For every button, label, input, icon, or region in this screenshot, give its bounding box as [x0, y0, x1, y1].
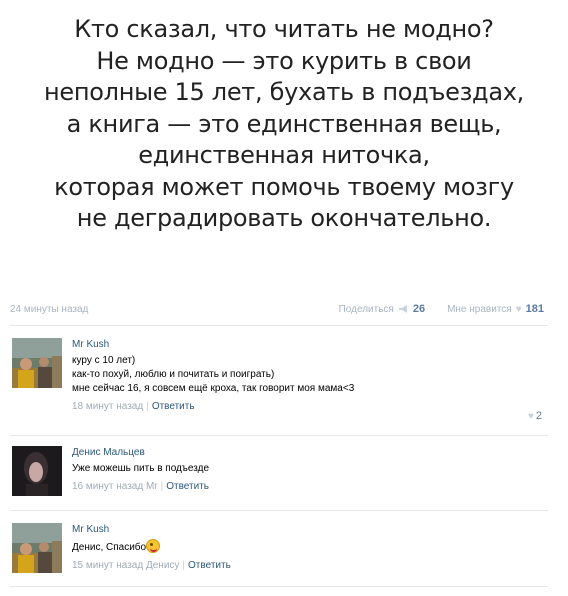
reply-button[interactable]: Ответить: [152, 401, 195, 412]
avatar[interactable]: [12, 338, 62, 388]
quote-line: которая может помочь твоему мозгу: [54, 172, 514, 201]
divider: [10, 510, 548, 511]
like-button[interactable]: Мне нравится: [447, 304, 512, 315]
heart-icon[interactable]: ♥: [516, 304, 522, 315]
comment-text: Уже можешь пить в подъезде: [72, 463, 210, 474]
avatar[interactable]: [12, 446, 62, 496]
heart-icon: ♥: [527, 411, 534, 422]
quote-line: а книга — это единственная вещь,: [66, 109, 502, 138]
comment-text-row: Денис, Спасибо: [72, 539, 542, 555]
comment: Денис Мальцев Уже можешь пить в подъезде…: [10, 446, 548, 506]
quote-line: не деградировать окончательно.: [76, 204, 492, 232]
comment: Mr Kush куру с 10 лет) как-то похуй, люб…: [10, 338, 548, 428]
comment-meta: 18 минут назад | Ответить: [72, 401, 195, 412]
post-time[interactable]: 24 минуты назад: [10, 304, 88, 315]
comment-time[interactable]: 18 минут назад: [72, 401, 143, 412]
comment-text: как-то похуй, люблю и почитать и поиграт…: [72, 369, 275, 380]
comment-author[interactable]: Mr Kush: [72, 338, 542, 351]
reply-button[interactable]: Ответить: [166, 481, 209, 492]
smile-emoji-icon: [146, 539, 161, 553]
comment-text: мне сейчас 16, я совсем ещё кроха, так г…: [72, 383, 355, 394]
divider: [10, 586, 548, 587]
post-quote: Кто сказал, что читать не модно? Не модн…: [30, 14, 538, 235]
comment-body: Денис Мальцев Уже можешь пить в подъезде…: [72, 446, 542, 493]
divider: [10, 325, 548, 326]
comment-likes[interactable]: ♥ 2: [528, 410, 542, 422]
comment-meta: 15 минут назад Денису | Ответить: [72, 560, 231, 571]
comment-text: Денис, Спасибо: [72, 542, 147, 553]
comment-meta: 16 минут назад Mr | Ответить: [72, 481, 209, 492]
quote-line: единственная ниточка,: [138, 141, 430, 169]
reply-button[interactable]: Ответить: [188, 560, 231, 571]
comment: Mr Kush Денис, Спасибо 15 минут назад Де…: [10, 523, 548, 583]
comment-body: Mr Kush Денис, Спасибо 15 минут назад Де…: [72, 523, 542, 572]
post-actions: Поделиться 26 Мне нравится ♥ 181: [339, 303, 544, 315]
comment-like-count: 2: [535, 410, 542, 422]
share-button[interactable]: Поделиться: [339, 304, 394, 315]
comment-author[interactable]: Денис Мальцев: [72, 446, 542, 459]
post-image: Кто сказал, что читать не модно? Не модн…: [0, 0, 568, 292]
like-count: 181: [525, 303, 544, 315]
comment-time[interactable]: 15 минут назад Денису: [72, 560, 179, 571]
comment-author[interactable]: Mr Kush: [72, 523, 542, 536]
quote-line: Кто сказал, что читать не модно?: [74, 15, 494, 43]
comment-time[interactable]: 16 минут назад Mr: [72, 481, 158, 492]
avatar[interactable]: [12, 523, 62, 573]
quote-line: Не модно — это курить в свои: [96, 46, 472, 75]
quote-line: неполные 15 лет, бухать в подъездах,: [44, 78, 524, 106]
post-meta-row: 24 минуты назад Поделиться 26 Мне нравит…: [10, 302, 544, 318]
megaphone-icon[interactable]: [398, 305, 409, 313]
comment-text: куру с 10 лет): [72, 355, 136, 366]
share-count: 26: [412, 303, 426, 315]
comment-body: Mr Kush куру с 10 лет) как-то похуй, люб…: [72, 338, 542, 413]
divider: [10, 435, 548, 436]
